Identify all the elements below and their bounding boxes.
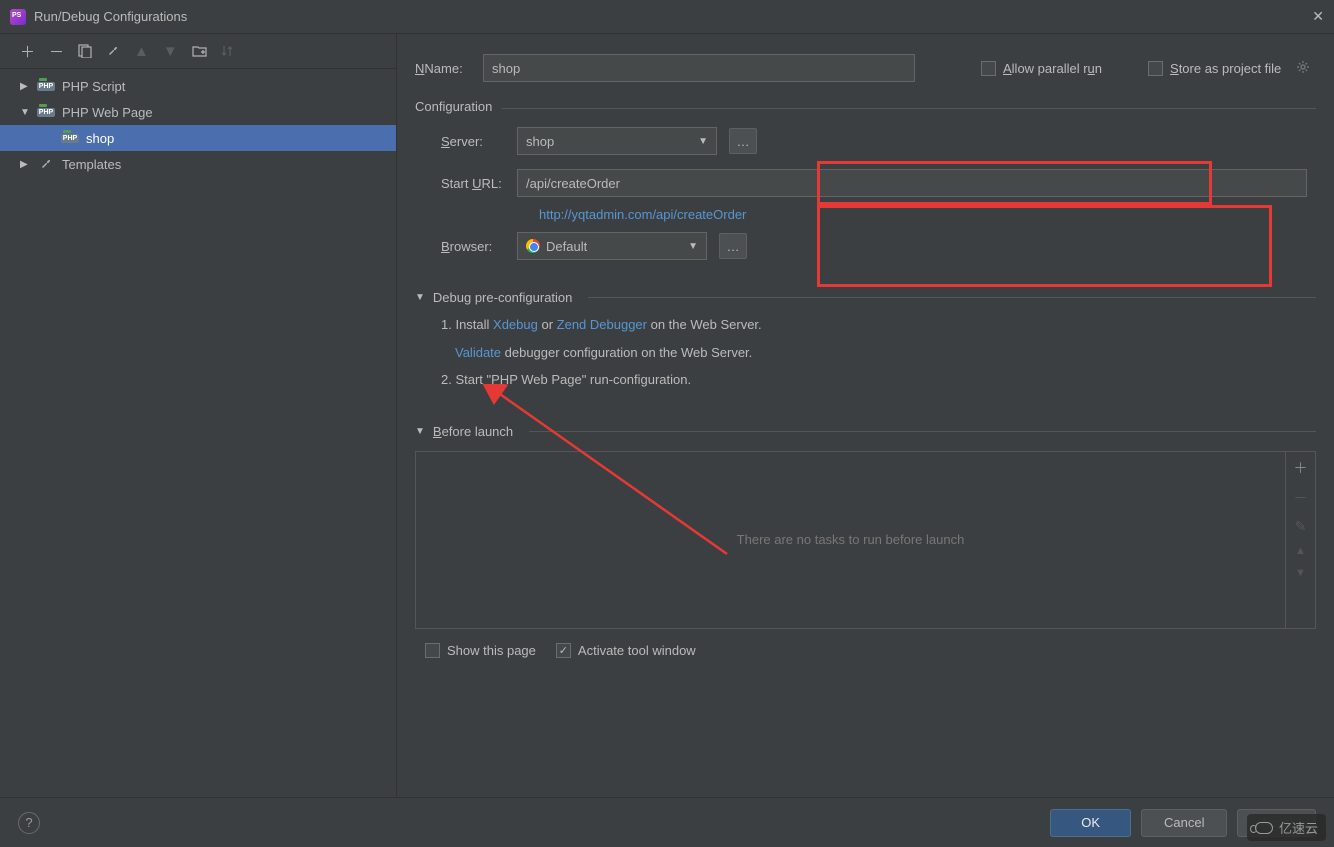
store-project-label: Store as project file (1170, 61, 1281, 76)
chrome-icon (526, 239, 540, 253)
browser-select[interactable]: Default ▼ (517, 232, 707, 260)
app-icon (10, 9, 26, 25)
empty-message: There are no tasks to run before launch (416, 452, 1285, 628)
store-project-checkbox[interactable] (1148, 61, 1163, 76)
tree-node-templates[interactable]: ▶ Templates (0, 151, 396, 177)
collapse-icon: ▼ (415, 292, 425, 303)
remove-task-icon[interactable]: － (1294, 488, 1308, 508)
tree-label: shop (86, 131, 114, 146)
server-value: shop (526, 134, 554, 149)
expand-icon: ▶ (20, 159, 32, 170)
watermark: 亿速云 (1247, 814, 1326, 841)
move-up-icon[interactable]: ▲ (134, 43, 149, 60)
debug-title: Debug pre-configuration (433, 290, 572, 305)
tree-node-php-web-page[interactable]: ▼ PHP PHP Web Page (0, 99, 396, 125)
name-label: NName: (415, 61, 463, 76)
title-bar: Run/Debug Configurations ✕ (0, 0, 1334, 34)
show-page-checkbox[interactable] (425, 643, 440, 658)
server-browse-button[interactable]: … (729, 128, 757, 154)
wrench-icon[interactable] (106, 44, 120, 58)
before-launch-header[interactable]: ▼ Before launch (415, 424, 1316, 439)
server-label: Server: (441, 134, 505, 149)
browser-value: Default (546, 239, 587, 254)
zend-link[interactable]: Zend Debugger (557, 317, 647, 332)
edit-task-icon[interactable]: ✎ (1295, 518, 1307, 535)
tree-label: PHP Script (62, 79, 125, 94)
chevron-down-icon: ▼ (688, 241, 698, 252)
move-up-icon[interactable]: ▲ (1295, 545, 1306, 557)
folder-icon[interactable] (192, 45, 207, 58)
sort-icon[interactable] (221, 44, 235, 58)
tree-label: Templates (62, 157, 121, 172)
xdebug-link[interactable]: Xdebug (493, 317, 538, 332)
cancel-button[interactable]: Cancel (1141, 809, 1227, 837)
gear-icon[interactable] (1296, 60, 1310, 77)
add-icon[interactable]: ＋ (20, 41, 35, 62)
tree-node-shop[interactable]: PHP shop (0, 125, 396, 151)
main-panel: NName: Allow parallel run Store as proje… (397, 34, 1334, 797)
dialog-footer: ? OK Cancel Apply (0, 797, 1334, 847)
debug-section-header[interactable]: ▼ Debug pre-configuration (415, 290, 1316, 305)
divider (588, 297, 1316, 298)
php-icon: PHP (36, 104, 56, 120)
server-select[interactable]: shop ▼ (517, 127, 717, 155)
before-launch-title: Before launch (433, 424, 513, 439)
collapse-icon: ▼ (415, 426, 425, 437)
debug-steps: 1. Install Xdebug or Zend Debugger on th… (415, 305, 1316, 408)
help-button[interactable]: ? (18, 812, 40, 834)
move-down-icon[interactable]: ▼ (163, 43, 178, 60)
php-icon: PHP (60, 130, 80, 146)
add-task-icon[interactable]: ＋ (1294, 458, 1308, 478)
tree-label: PHP Web Page (62, 105, 153, 120)
start-url-label: Start URL: (441, 176, 505, 191)
copy-icon[interactable] (78, 44, 92, 58)
activate-tool-label: Activate tool window (578, 643, 696, 658)
close-icon[interactable]: ✕ (1312, 8, 1324, 25)
name-input[interactable] (483, 54, 915, 82)
remove-icon[interactable]: － (49, 41, 64, 62)
debug-step2: 2. Start "PHP Web Page" run-configuratio… (441, 370, 1316, 390)
window-title: Run/Debug Configurations (34, 9, 187, 24)
allow-parallel-checkbox[interactable] (981, 61, 996, 76)
configuration-title: Configuration (415, 99, 502, 114)
browser-label: Browser: (441, 239, 505, 254)
expand-icon: ▶ (20, 81, 32, 92)
move-down-icon[interactable]: ▼ (1295, 567, 1306, 579)
config-tree: ▶ PHP PHP Script ▼ PHP PHP Web Page PHP … (0, 69, 396, 797)
tree-node-php-script[interactable]: ▶ PHP PHP Script (0, 73, 396, 99)
allow-parallel-label: Allow parallel run (1003, 61, 1102, 76)
divider (529, 431, 1316, 432)
cloud-icon (1255, 822, 1273, 834)
browser-browse-button[interactable]: … (719, 233, 747, 259)
before-launch-list: There are no tasks to run before launch … (415, 451, 1316, 629)
start-url-input[interactable] (517, 169, 1307, 197)
resolved-url-link[interactable]: http://yqtadmin.com/api/createOrder (441, 207, 1316, 222)
watermark-text: 亿速云 (1279, 818, 1318, 837)
validate-link[interactable]: Validate (455, 345, 501, 360)
ok-button[interactable]: OK (1050, 809, 1131, 837)
chevron-down-icon: ▼ (698, 136, 708, 147)
activate-tool-checkbox[interactable] (556, 643, 571, 658)
show-page-label: Show this page (447, 643, 536, 658)
sidebar: ＋ － ▲ ▼ ▶ PHP PHP Script ▼ (0, 34, 397, 797)
php-icon: PHP (36, 78, 56, 94)
config-toolbar: ＋ － ▲ ▼ (0, 34, 396, 69)
collapse-icon: ▼ (20, 107, 32, 118)
wrench-icon (36, 156, 56, 172)
